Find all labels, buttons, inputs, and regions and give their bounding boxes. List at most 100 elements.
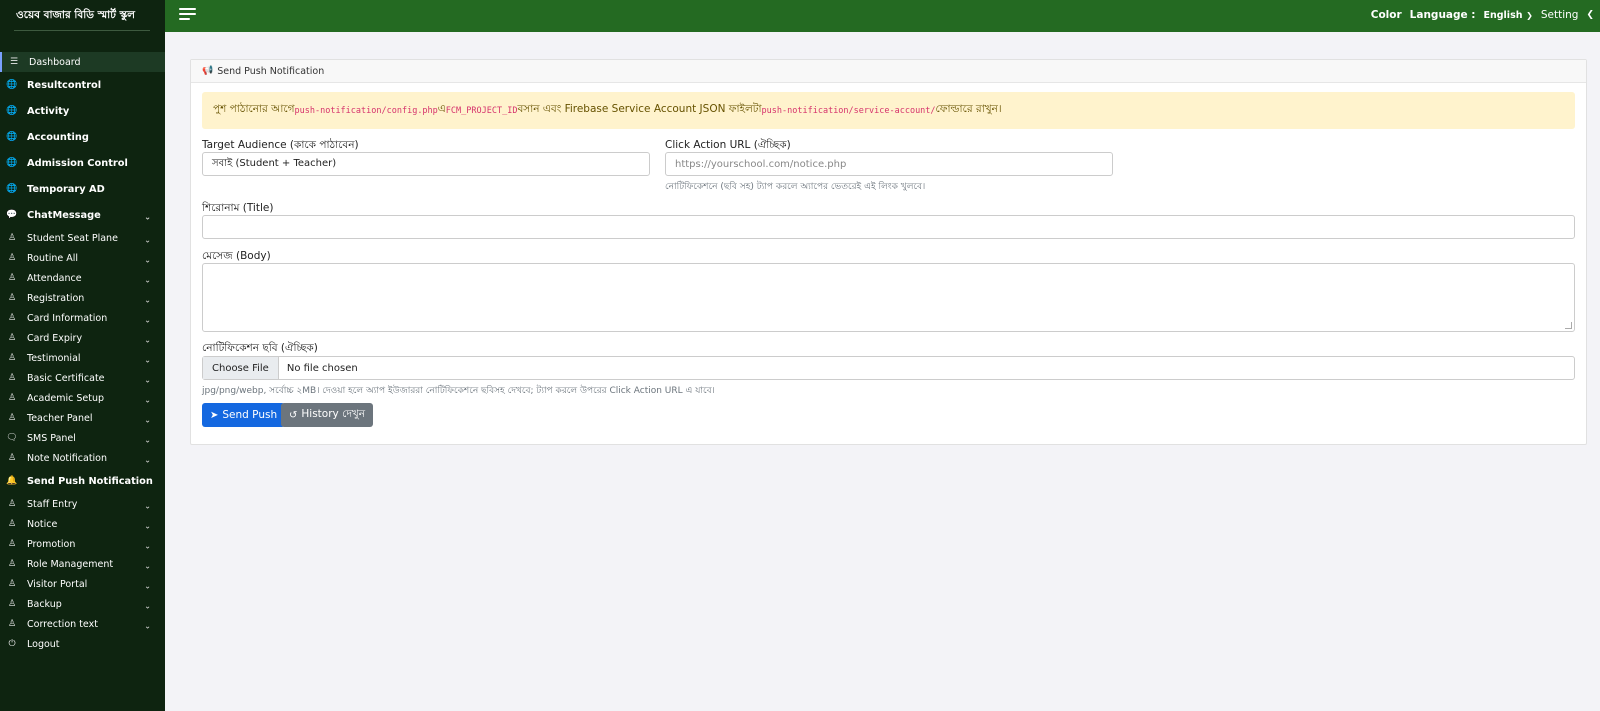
history-label: History দেখুন <box>301 407 366 420</box>
choose-file-button[interactable]: Choose File <box>203 357 279 379</box>
chevron-down-icon: ⌄ <box>144 455 151 465</box>
sidebar-item-label: Backup <box>27 598 62 610</box>
image-file-input[interactable]: Choose File No file chosen <box>202 356 1575 380</box>
sidebar-item-chatmessage[interactable]: 💬 ChatMessage ⌄ <box>0 202 165 228</box>
alert-code: push-notification/service-account/ <box>761 105 936 116</box>
color-button[interactable]: Color <box>1371 9 1402 21</box>
sidebar-item-logout[interactable]: ⏻ Logout <box>0 634 165 654</box>
sidebar-item-label: Logout <box>27 638 60 650</box>
sidebar-item-sms-panel[interactable]: 🗨 SMS Panel ⌄ <box>0 428 165 448</box>
user-tie-icon: ♙ <box>7 539 17 549</box>
sidebar-item-label: Notice <box>27 518 58 530</box>
sidebar-item-label: Card Expiry <box>27 332 83 344</box>
sidebar-nav: ☰ Dashboard 🌐 Resultcontrol 🌐 Activity 🌐 Accoun… <box>0 52 165 654</box>
sidebar-item-promotion[interactable]: ♙ Promotion ⌄ <box>0 534 165 554</box>
sidebar-item-activity[interactable]: 🌐 Activity <box>0 98 165 124</box>
alert-text: বসান এবং Firebase Service Account JSON ফ… <box>517 103 762 115</box>
topbar-right: Color Language : English ❯ Setting ❮ <box>1371 0 1594 30</box>
sidebar-item-visitor-portal[interactable]: ♙ Visitor Portal ⌄ <box>0 574 165 594</box>
sidebar-item-resultcontrol[interactable]: 🌐 Resultcontrol <box>0 72 165 98</box>
sidebar-item-notice[interactable]: ♙ Notice ⌄ <box>0 514 165 534</box>
sidebar-item-dashboard[interactable]: ☰ Dashboard <box>0 52 165 72</box>
user-tie-icon: ♙ <box>7 413 17 423</box>
sidebar-item-correction-text[interactable]: ♙ Correction text ⌄ <box>0 614 165 634</box>
sidebar-item-label: ChatMessage <box>27 209 101 221</box>
chevron-down-icon: ⌄ <box>144 501 151 511</box>
chevron-down-icon: ⌄ <box>144 235 151 245</box>
sidebar-item-admission-control[interactable]: 🌐 Admission Control <box>0 150 165 176</box>
sidebar-item-teacher-panel[interactable]: ♙ Teacher Panel ⌄ <box>0 408 165 428</box>
topbar: Color Language : English ❯ Setting ❮ <box>165 0 1600 32</box>
sidebar: ওয়েব বাজার বিডি স্মার্ট স্কুল ☰ Dashboar… <box>0 0 165 711</box>
chevron-down-icon: ⌄ <box>144 581 151 591</box>
sidebar-item-label: Accounting <box>27 131 89 143</box>
language-dropdown[interactable]: English ❯ <box>1484 9 1533 21</box>
sidebar-item-note-notification[interactable]: ♙ Note Notification ⌄ <box>0 448 165 468</box>
comment-icon: 🗨 <box>6 433 18 443</box>
user-tie-icon: ♙ <box>7 393 17 403</box>
chevron-down-icon: ⌄ <box>144 541 151 551</box>
user-tie-icon: ♙ <box>7 373 17 383</box>
chevron-down-icon: ❯ <box>1526 11 1533 20</box>
sidebar-item-academic-setup[interactable]: ♙ Academic Setup ⌄ <box>0 388 165 408</box>
sidebar-item-label: SMS Panel <box>27 432 76 444</box>
body-textarea[interactable] <box>202 263 1575 332</box>
title-input[interactable] <box>202 215 1575 239</box>
chevron-down-icon: ⌄ <box>144 295 151 305</box>
sidebar-item-student-seat-plane[interactable]: ♙ Student Seat Plane ⌄ <box>0 228 165 248</box>
alert-text: এ <box>437 103 446 115</box>
sidebar-item-label: Promotion <box>27 538 76 550</box>
user-tie-icon: ♙ <box>7 333 17 343</box>
alert-code: FCM_PROJECT_ID <box>445 105 518 116</box>
user-tie-icon: ♙ <box>7 273 17 283</box>
sidebar-item-label: Dashboard <box>29 56 81 68</box>
sidebar-item-label: Teacher Panel <box>27 412 93 424</box>
sidebar-item-label: Temporary AD <box>27 183 105 195</box>
globe-icon: 🌐 <box>6 184 18 194</box>
language-value: English <box>1483 10 1523 21</box>
user-tie-icon: ♙ <box>7 619 17 629</box>
chevron-down-icon: ⌄ <box>144 355 151 365</box>
sidebar-item-label: Correction text <box>27 618 98 630</box>
sidebar-item-routine-all[interactable]: ♙ Routine All ⌄ <box>0 248 165 268</box>
sidebar-item-accounting[interactable]: 🌐 Accounting <box>0 124 165 150</box>
user-tie-icon: ♙ <box>7 293 17 303</box>
sidebar-item-card-expiry[interactable]: ♙ Card Expiry ⌄ <box>0 328 165 348</box>
sidebar-item-temporary-ad[interactable]: 🌐 Temporary AD <box>0 176 165 202</box>
sidebar-item-registration[interactable]: ♙ Registration ⌄ <box>0 288 165 308</box>
megaphone-icon: 📢 <box>202 66 214 76</box>
sidebar-item-backup[interactable]: ♙ Backup ⌄ <box>0 594 165 614</box>
sidebar-item-basic-certificate[interactable]: ♙ Basic Certificate ⌄ <box>0 368 165 388</box>
collapse-icon[interactable]: ❮ <box>1586 10 1594 20</box>
image-help-text: jpg/png/webp, সর্বোচ্চ ২MB। দেওয়া হলে অ… <box>202 386 715 396</box>
setting-button[interactable]: Setting <box>1541 9 1579 21</box>
click-url-input[interactable]: https://yourschool.com/notice.php <box>665 152 1113 176</box>
hamburger-menu-icon[interactable] <box>179 8 196 21</box>
push-notification-card: 📢 Send Push Notification পুশ পাঠানোর আগে… <box>190 59 1587 445</box>
chevron-down-icon: ⌄ <box>144 255 151 265</box>
sidebar-item-label: Registration <box>27 292 85 304</box>
sidebar-item-label: Activity <box>27 105 70 117</box>
sidebar-item-staff-entry[interactable]: ♙ Staff Entry ⌄ <box>0 494 165 514</box>
bell-icon: 🔔 <box>6 476 18 486</box>
language-label: Language : <box>1409 9 1476 21</box>
sidebar-item-label: Academic Setup <box>27 392 105 404</box>
chat-icon: 💬 <box>6 210 18 220</box>
resize-handle[interactable] <box>1565 322 1572 329</box>
sidebar-item-send-push-notification[interactable]: 🔔 Send Push Notification <box>0 468 165 494</box>
sidebar-item-role-management[interactable]: ♙ Role Management ⌄ <box>0 554 165 574</box>
history-button[interactable]: ↺ History দেখুন <box>281 403 374 427</box>
send-push-button[interactable]: ➤ Send Push <box>202 403 286 427</box>
chevron-down-icon: ⌄ <box>144 275 151 285</box>
sidebar-item-testimonial[interactable]: ♙ Testimonial ⌄ <box>0 348 165 368</box>
brand-divider <box>14 30 150 31</box>
sidebar-item-card-information[interactable]: ♙ Card Information ⌄ <box>0 308 165 328</box>
send-push-label: Send Push <box>222 409 278 421</box>
alert-text: পুশ পাঠানোর আগে <box>213 103 295 115</box>
sidebar-item-attendance[interactable]: ♙ Attendance ⌄ <box>0 268 165 288</box>
globe-icon: 🌐 <box>6 80 18 90</box>
sidebar-item-label: Role Management <box>27 558 114 570</box>
brand-title[interactable]: ওয়েব বাজার বিডি স্মার্ট স্কুল <box>0 0 165 44</box>
audience-select[interactable]: সবাই (Student + Teacher) <box>202 152 650 176</box>
card-title: Send Push Notification <box>217 65 325 77</box>
